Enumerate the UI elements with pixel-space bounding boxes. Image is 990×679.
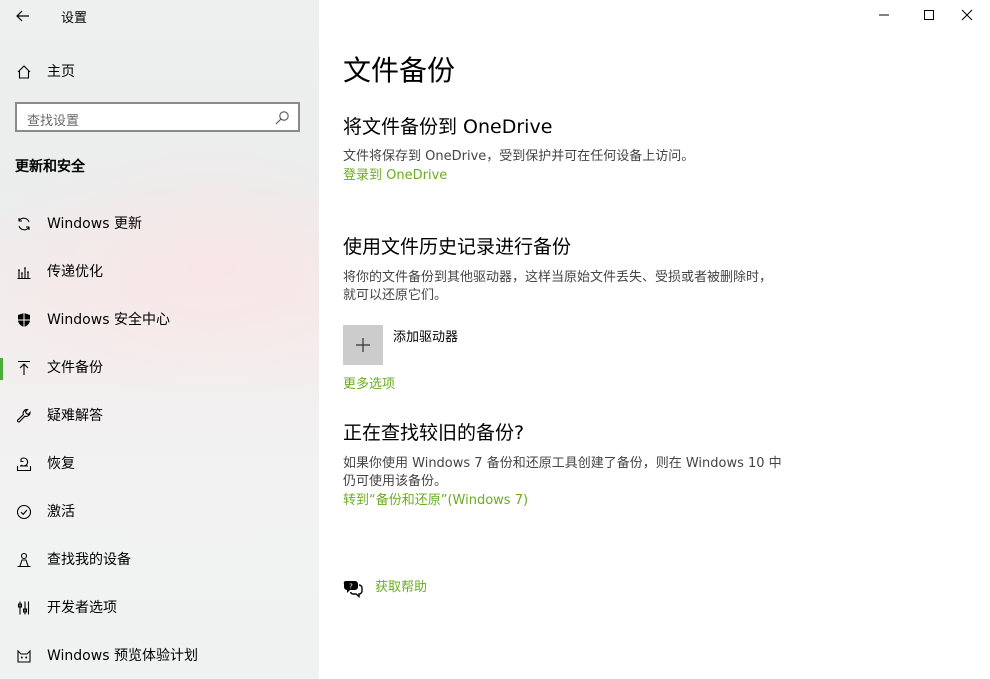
sidebar-item-windows-update[interactable]: Windows 更新	[0, 200, 319, 248]
sign-in-onedrive-link[interactable]: 登录到 OneDrive	[343, 167, 447, 185]
sidebar-item-developer-options[interactable]: 开发者选项	[0, 584, 319, 632]
sidebar-nav: Windows 更新 传递优化 Windows 安全中心 文件备份 疑难解答 恢…	[0, 200, 319, 679]
home-icon	[14, 62, 34, 82]
sidebar-item-windows-security[interactable]: Windows 安全中心	[0, 296, 319, 344]
page-title: 文件备份	[343, 54, 456, 87]
backup-restore-windows7-link[interactable]: 转到“备份和还原”(Windows 7)	[343, 492, 528, 510]
sidebar-item-windows-insider[interactable]: Windows 预览体验计划	[0, 632, 319, 679]
file-history-heading: 使用文件历史记录进行备份	[343, 236, 572, 258]
sidebar-item-label: 开发者选项	[47, 600, 117, 616]
sidebar-item-home[interactable]: 主页	[0, 56, 319, 88]
back-button[interactable]	[10, 4, 36, 28]
get-help-link[interactable]: 获取帮助	[375, 579, 427, 597]
sidebar-item-activation[interactable]: 激活	[0, 488, 319, 536]
older-backup-description: 如果你使用 Windows 7 备份和还原工具创建了备份，则在 Windows …	[343, 456, 782, 489]
delivery-optimization-icon	[14, 262, 34, 282]
main-content: 文件备份 将文件备份到 OneDrive 文件将保存到 OneDrive，受到保…	[343, 0, 963, 679]
insider-cat-icon	[14, 646, 34, 666]
wrench-icon	[14, 406, 34, 426]
person-location-icon	[14, 550, 34, 570]
sidebar-item-delivery-optimization[interactable]: 传递优化	[0, 248, 319, 296]
plus-icon	[356, 338, 370, 352]
sidebar-item-recovery[interactable]: 恢复	[0, 440, 319, 488]
section-title: 更新和安全	[15, 159, 85, 175]
backup-arrow-up-icon	[14, 358, 34, 378]
check-circle-icon	[14, 502, 34, 522]
sidebar-item-label: Windows 预览体验计划	[47, 648, 198, 664]
sidebar: 设置 主页 查找设置 更新和安全 Windows 更新 传递优化 Windows…	[0, 0, 319, 679]
onedrive-description: 文件将保存到 OneDrive，受到保护并可在任何设备上访问。	[343, 149, 695, 164]
file-history-description: 将你的文件备份到其他驱动器，这样当原始文件丢失、受损或者被删除时，就可以还原它们…	[343, 270, 773, 303]
sidebar-item-label: Windows 安全中心	[47, 312, 170, 328]
sidebar-item-label: 传递优化	[47, 264, 103, 280]
shield-icon	[14, 310, 34, 330]
svg-text:?: ?	[349, 583, 353, 591]
sidebar-item-find-my-device[interactable]: 查找我的设备	[0, 536, 319, 584]
search-placeholder: 查找设置	[27, 114, 80, 129]
sidebar-item-label: 文件备份	[47, 360, 103, 376]
sidebar-item-label: 恢复	[47, 456, 75, 472]
search-icon[interactable]	[274, 110, 290, 126]
search-input[interactable]: 查找设置	[15, 102, 300, 132]
recovery-icon	[14, 454, 34, 474]
sidebar-item-label: 查找我的设备	[47, 552, 131, 568]
add-drive-label[interactable]: 添加驱动器	[393, 326, 458, 345]
chat-help-icon: ?	[343, 580, 363, 598]
back-arrow-icon	[16, 10, 29, 22]
add-drive-button[interactable]	[343, 325, 383, 365]
app-title: 设置	[61, 11, 88, 26]
sidebar-item-label: 激活	[47, 504, 75, 520]
sidebar-item-label: Windows 更新	[47, 216, 142, 232]
older-backup-heading: 正在查找较旧的备份?	[343, 422, 525, 444]
sidebar-item-file-backup[interactable]: 文件备份	[0, 344, 319, 392]
onedrive-heading: 将文件备份到 OneDrive	[343, 116, 553, 138]
sidebar-item-troubleshoot[interactable]: 疑难解答	[0, 392, 319, 440]
refresh-icon	[14, 214, 34, 234]
sidebar-item-label: 主页	[47, 64, 75, 80]
more-options-link[interactable]: 更多选项	[343, 376, 395, 394]
title-bar: 设置	[0, 0, 319, 32]
developer-tools-icon	[14, 598, 34, 618]
sidebar-item-label: 疑难解答	[47, 408, 103, 424]
